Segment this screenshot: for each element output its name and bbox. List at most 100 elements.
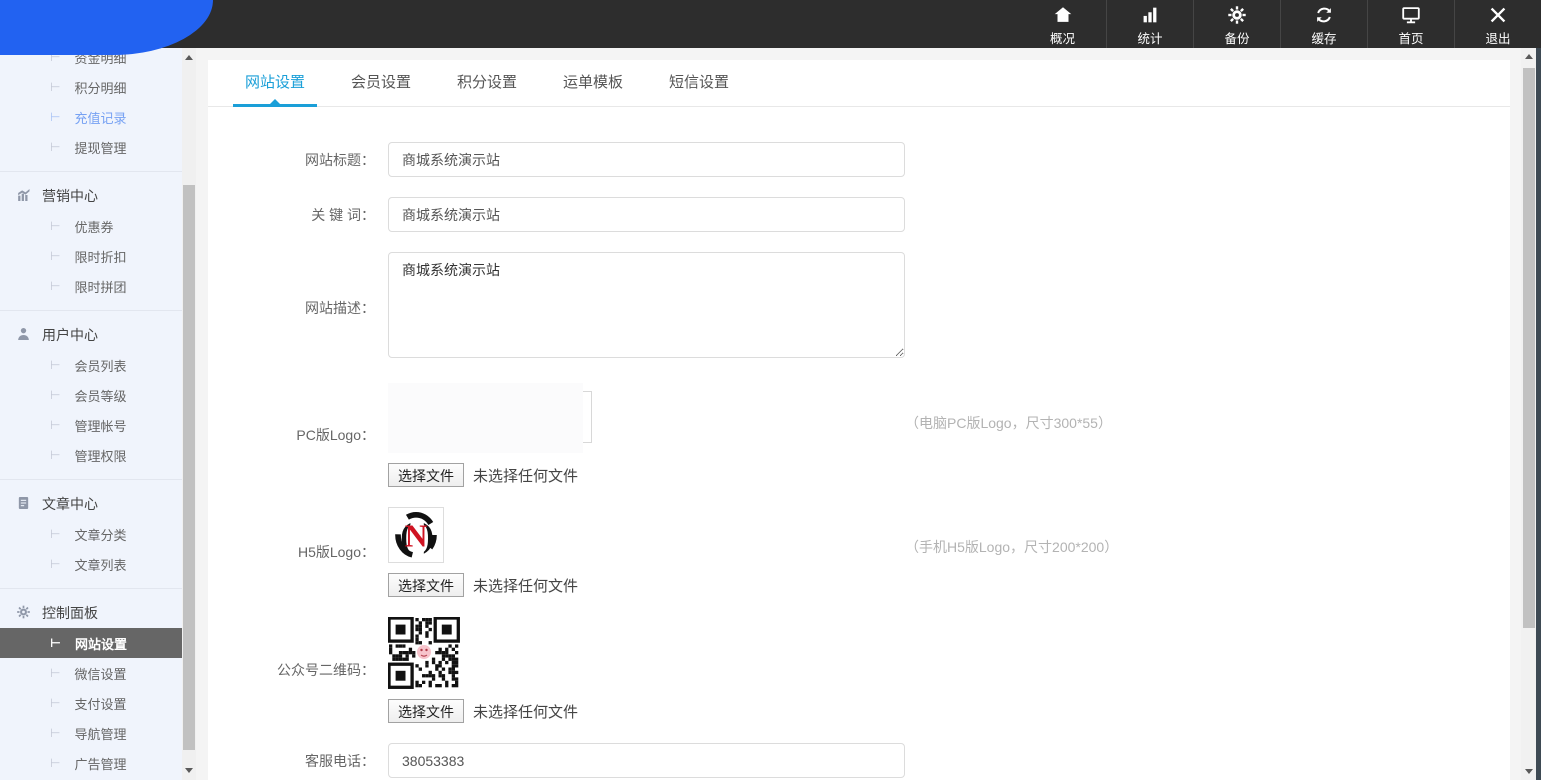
sidebar-item[interactable]: ⊢ 支付设置 (0, 688, 182, 718)
tab[interactable]: 短信设置 (646, 60, 752, 106)
sidebar-item[interactable]: ⊢微信设置 (0, 658, 182, 688)
field-label: PC版Logo： (208, 425, 375, 445)
tree-tick-icon: ⊢ (50, 388, 60, 402)
user-icon (15, 326, 42, 345)
tree-tick-icon: ⊢ (50, 666, 60, 680)
site-desc-textarea[interactable]: 商城系统演示站 (388, 252, 905, 358)
tab[interactable]: 运单模板 (540, 60, 646, 106)
qrcode-image (388, 617, 460, 689)
sidebar-item-label: 管理权限 (74, 446, 126, 465)
sidebar-divider (0, 588, 182, 589)
scroll-down-arrow-icon[interactable] (1525, 769, 1533, 774)
file-status-text: 未选择任何文件 (473, 465, 578, 486)
choose-file-button[interactable]: 选择文件 (388, 463, 464, 487)
topbar-item-label: 退出 (1485, 28, 1510, 47)
sidebar-group-label: 营销中心 (42, 186, 98, 206)
gear-icon (15, 604, 42, 623)
h5-logo-image: ()N (388, 507, 444, 563)
topbar-item-label: 缓存 (1311, 28, 1336, 47)
topbar-item-statistics[interactable]: 统计 (1106, 0, 1193, 48)
sidebar-item[interactable]: ⊢文章列表 (0, 549, 182, 579)
sidebar-item-label: 积分明细 (74, 78, 126, 97)
topbar-item-backup[interactable]: 备份 (1193, 0, 1280, 48)
scroll-down-arrow-icon[interactable] (185, 768, 193, 773)
topbar-item-cache[interactable]: 缓存 (1280, 0, 1367, 48)
keywords-input[interactable] (388, 197, 905, 232)
topbar-item-homepage[interactable]: 首页 (1367, 0, 1454, 48)
sidebar-item-label: 限时折扣 (74, 247, 126, 266)
sidebar-item[interactable]: ⊢ 管理权限 (0, 440, 182, 470)
form-row: H5版Logo：()N选择文件未选择任何文件（手机H5版Logo，尺寸200*2… (208, 507, 1510, 597)
sidebar-scrollbar-thumb[interactable] (183, 185, 195, 750)
chart-icon (15, 187, 42, 206)
tab[interactable]: 会员设置 (328, 60, 434, 106)
page-scrollbar-thumb[interactable] (1523, 68, 1535, 628)
refresh-icon (1312, 4, 1336, 26)
tree-tick-icon: ⊢ (50, 279, 60, 293)
scroll-up-arrow-icon[interactable] (185, 55, 193, 60)
tree-tick-icon: ⊢ (50, 557, 60, 571)
sidebar-item-label: 限时拼团 (74, 277, 126, 296)
sidebar-item[interactable]: ⊢ 提现管理 (0, 132, 182, 162)
form-row: PC版Logo： 选择文件未选择任何文件 （电脑PC版Logo，尺寸300*55） (208, 383, 1510, 487)
topbar-item-label: 首页 (1398, 28, 1423, 47)
field-hint: （手机H5版Logo，尺寸200*200） (905, 537, 1118, 557)
site-title-input[interactable] (388, 142, 905, 177)
sidebar-item[interactable]: ⊢ 限时折扣 (0, 241, 182, 271)
sidebar-item[interactable]: ⊢ 限时拼团 (0, 271, 182, 301)
sidebar-item[interactable]: ⊢充值记录 (0, 102, 182, 132)
topbar-item-overview[interactable]: 概况 (1019, 0, 1106, 48)
monitor-icon (1399, 4, 1423, 26)
topbar: 概况统计 备份缓存 首页 退出 (0, 0, 1541, 48)
page-scrollbar[interactable] (1521, 48, 1536, 780)
tree-tick-icon: ⊢ (50, 418, 60, 432)
topbar-item-label: 统计 (1137, 28, 1162, 47)
sidebar-scrollbar[interactable] (182, 48, 196, 780)
window-edge (1536, 48, 1541, 780)
choose-file-button[interactable]: 选择文件 (388, 699, 464, 723)
sidebar-item[interactable]: ⊢文章分类 (0, 519, 182, 549)
field-hint: （电脑PC版Logo，尺寸300*55） (905, 413, 1112, 433)
sidebar-item[interactable]: ⊢导航管理 (0, 718, 182, 748)
sidebar-group-user[interactable]: 用户中心 (0, 320, 182, 350)
scroll-up-arrow-icon[interactable] (1525, 54, 1533, 59)
sidebar-item[interactable]: ⊢优惠券 (0, 211, 182, 241)
form-row: 公众号二维码：选择文件未选择任何文件 (208, 617, 1510, 723)
tab-active[interactable]: 网站设置 (222, 60, 328, 106)
service-phone-input[interactable] (388, 743, 905, 778)
sidebar-item-label: 提现管理 (74, 138, 126, 157)
file-status-text: 未选择任何文件 (473, 701, 578, 722)
tree-tick-icon: ⊢ (50, 358, 60, 372)
svg-text:N: N (405, 518, 428, 553)
sidebar-group-panel[interactable]: 控制面板 (0, 598, 182, 628)
form-row: 关 键 词： (208, 197, 1510, 232)
sidebar-group-marketing[interactable]: 营销中心 (0, 181, 182, 211)
tree-tick-icon: ⊢ (50, 249, 60, 263)
form-row: 网站描述：商城系统演示站 (208, 252, 1510, 363)
sidebar-item[interactable]: ⊢ 积分明细 (0, 72, 182, 102)
choose-file-button[interactable]: 选择文件 (388, 573, 464, 597)
topbar-item-logout[interactable]: 退出 (1454, 0, 1541, 48)
sidebar-item-label: 文章分类 (74, 525, 126, 544)
sidebar-item-label: 优惠券 (74, 217, 113, 236)
sidebar-item-active[interactable]: ⊢网站设置 (0, 628, 182, 658)
sidebar-item-label: 会员等级 (74, 386, 126, 405)
tree-tick-icon: ⊢ (50, 448, 60, 462)
sidebar-item-label: 导航管理 (74, 724, 126, 743)
sidebar-item[interactable]: ⊢ 会员等级 (0, 380, 182, 410)
sidebar-item[interactable]: ⊢管理帐号 (0, 410, 182, 440)
sidebar-group-label: 控制面板 (42, 603, 98, 623)
tree-tick-icon: ⊢ (50, 696, 60, 710)
sidebar-item[interactable]: ⊢广告管理 (0, 748, 182, 778)
tab[interactable]: 积分设置 (434, 60, 540, 106)
tree-tick-icon: ⊢ (50, 140, 60, 154)
sidebar-item-label: 充值记录 (74, 108, 126, 127)
sidebar-group-article[interactable]: 文章中心 (0, 489, 182, 519)
settings-form: 网站标题：关 键 词：网站描述：商城系统演示站PC版Logo：选择文件未选择任何… (208, 107, 1510, 780)
tree-tick-icon: ⊢ (50, 756, 60, 770)
sidebar-item[interactable]: ⊢会员列表 (0, 350, 182, 380)
file-status-text: 未选择任何文件 (473, 575, 578, 596)
tree-tick-icon: ⊢ (50, 80, 60, 94)
sidebar-group-label: 文章中心 (42, 494, 98, 514)
sidebar-item-label: 支付设置 (74, 694, 126, 713)
